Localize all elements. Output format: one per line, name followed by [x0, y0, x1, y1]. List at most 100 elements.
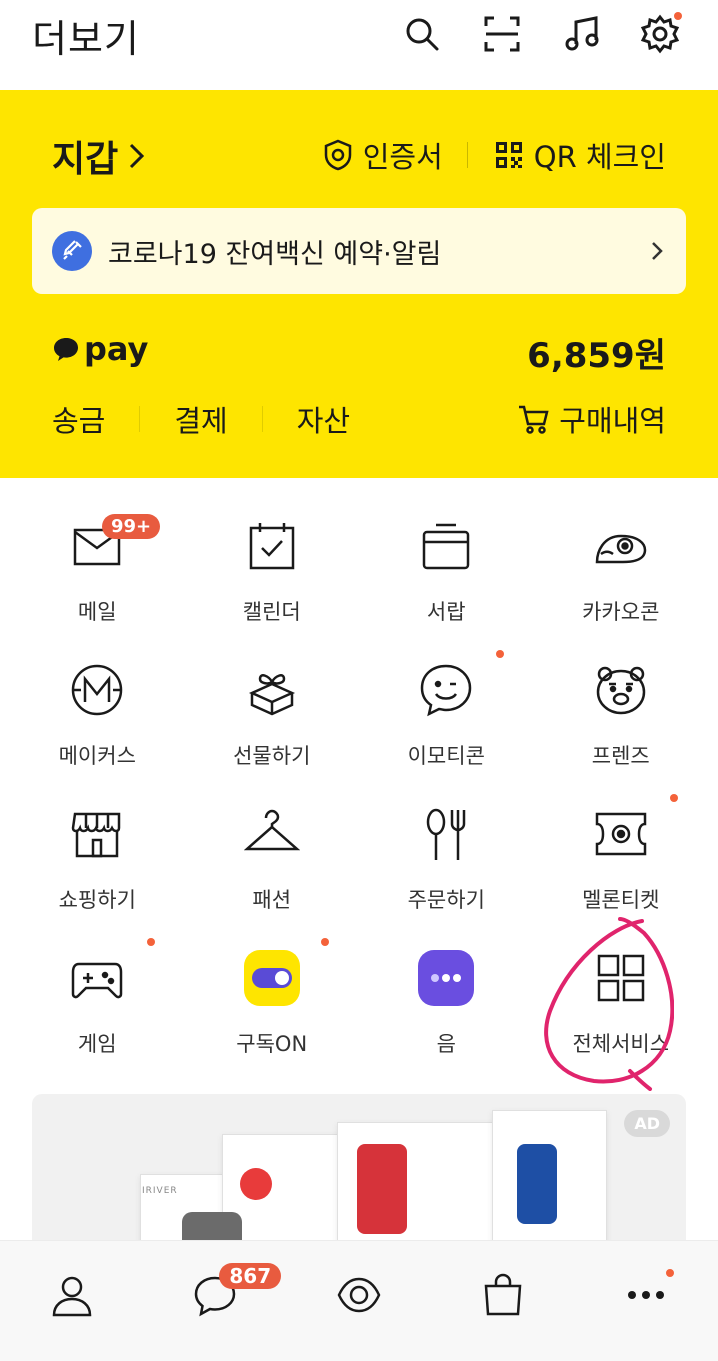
ticket-icon — [589, 802, 653, 866]
service-all-services[interactable]: 전체서비스 — [534, 932, 709, 1076]
purchase-history-label: 구매내역 — [559, 404, 666, 438]
person-icon — [52, 1276, 92, 1317]
wallet-title-link[interactable]: 지갑 — [52, 130, 148, 182]
service-drawer[interactable]: 서랍 — [359, 500, 534, 644]
certificate-label: 인증서 — [362, 140, 443, 174]
nav-chat-tab[interactable]: 867 — [175, 1255, 282, 1335]
game-icon — [65, 946, 129, 1010]
nav-shopping-tab[interactable] — [463, 1255, 543, 1335]
new-dot — [670, 794, 678, 802]
divider — [261, 406, 263, 432]
service-label: 음 — [436, 1032, 456, 1056]
calendar-icon — [240, 514, 304, 578]
speech-bubble-icon — [54, 338, 78, 361]
mail-badge: 99+ — [102, 514, 161, 539]
gift-icon — [240, 658, 304, 722]
service-order[interactable]: 주문하기 — [359, 788, 534, 932]
chevron-right-icon — [652, 242, 663, 260]
scan-icon[interactable] — [480, 12, 524, 56]
service-label: 주문하기 — [407, 888, 485, 912]
shopping-icon — [65, 802, 129, 866]
wallet-title: 지갑 — [52, 139, 119, 180]
service-subscription-on[interactable]: 구독ON — [185, 932, 360, 1076]
service-label: 게임 — [77, 1032, 117, 1056]
service-melon-ticket[interactable]: 멜론티켓 — [534, 788, 709, 932]
service-makers[interactable]: 메이커스 — [10, 644, 185, 788]
eum-icon — [414, 946, 478, 1010]
hanger-icon — [240, 802, 304, 866]
ad-sticker — [240, 1168, 272, 1200]
service-game[interactable]: 게임 — [10, 932, 185, 1076]
friends-icon — [589, 658, 653, 722]
service-label: 메일 — [77, 600, 117, 624]
kakaopay-logo[interactable]: pay — [52, 330, 148, 368]
syringe-icon — [52, 231, 92, 271]
search-icon[interactable] — [400, 12, 444, 56]
service-label: 쇼핑하기 — [58, 888, 136, 912]
service-kakaocon[interactable]: 카카오콘 — [534, 500, 709, 644]
service-eum[interactable]: 음 — [359, 932, 534, 1076]
service-shopping[interactable]: 쇼핑하기 — [10, 788, 185, 932]
service-friends[interactable]: 프렌즈 — [534, 644, 709, 788]
service-label: 선물하기 — [233, 744, 311, 768]
divider — [466, 142, 468, 168]
drawer-icon — [414, 514, 478, 578]
new-dot — [321, 938, 329, 946]
service-label: 전체서비스 — [572, 1032, 670, 1056]
notification-dot — [666, 1269, 675, 1277]
order-icon — [414, 802, 478, 866]
settings-icon[interactable] — [638, 12, 682, 56]
page-title: 더보기 — [32, 17, 140, 61]
shopping-bag-icon — [484, 1273, 521, 1316]
pay-balance[interactable]: 6,859원 — [527, 328, 666, 377]
payment-button[interactable]: 결제 — [174, 398, 227, 440]
nav-view-tab[interactable] — [319, 1255, 399, 1335]
certificate-button[interactable]: 인증서 — [321, 134, 443, 176]
qr-checkin-button[interactable]: QR 체크인 — [492, 134, 666, 176]
ad-product-red — [357, 1144, 407, 1234]
ad-product-blue — [517, 1144, 557, 1224]
bottom-navigation: 867 — [0, 1240, 718, 1361]
service-label: 구독ON — [236, 1032, 308, 1056]
qr-checkin-label: QR 체크인 — [533, 140, 666, 174]
ad-badge: AD — [624, 1110, 670, 1137]
pay-actions: 송금 결제 자산 — [52, 398, 350, 440]
chevron-right-icon — [130, 143, 145, 169]
qr-code-icon — [495, 142, 522, 168]
notification-dot — [674, 12, 682, 20]
service-label: 프렌즈 — [591, 744, 650, 768]
service-gift[interactable]: 선물하기 — [185, 644, 360, 788]
remit-button[interactable]: 송금 — [52, 398, 105, 440]
service-emoticon[interactable]: 이모티콘 — [359, 644, 534, 788]
service-label: 서랍 — [426, 600, 466, 624]
cart-icon — [519, 405, 549, 434]
view-icon — [337, 1277, 381, 1313]
service-mail[interactable]: 99+ 메일 — [10, 500, 185, 644]
service-label: 카카오콘 — [582, 600, 660, 624]
banner-text: 코로나19 잔여백신 예약·알림 — [108, 238, 442, 270]
wallet-section: 지갑 인증서 QR 체크인 코로나19 잔여백신 예약·알림 pay 6,859… — [0, 90, 718, 478]
new-dot — [146, 938, 155, 946]
subscription-icon — [240, 946, 304, 1010]
makers-icon — [65, 658, 129, 722]
chat-unread-badge: 867 — [219, 1263, 282, 1289]
service-label: 캘린더 — [242, 600, 301, 624]
nav-more-tab[interactable] — [606, 1255, 686, 1335]
assets-button[interactable]: 자산 — [297, 398, 350, 440]
service-fashion[interactable]: 패션 — [185, 788, 360, 932]
new-dot — [495, 650, 504, 658]
wallet-links: 인증서 QR 체크인 — [321, 134, 666, 176]
vaccine-banner[interactable]: 코로나19 잔여백신 예약·알림 — [32, 208, 686, 294]
header: 더보기 — [0, 0, 718, 90]
music-icon[interactable] — [560, 12, 604, 56]
advertisement-banner[interactable]: IRIVER AD — [32, 1094, 686, 1244]
all-services-icon — [589, 946, 653, 1010]
nav-friends-tab[interactable] — [32, 1255, 112, 1335]
emoticon-icon — [414, 658, 478, 722]
divider — [139, 406, 141, 432]
service-calendar[interactable]: 캘린더 — [185, 500, 360, 644]
service-label: 패션 — [252, 888, 292, 912]
services-grid: 99+ 메일 캘린더 서랍 카카오콘 메이커스 선물하기 이모티콘 프렌즈 쇼핑… — [10, 500, 708, 1076]
shield-icon — [324, 139, 351, 171]
purchase-history-button[interactable]: 구매내역 — [517, 398, 666, 440]
